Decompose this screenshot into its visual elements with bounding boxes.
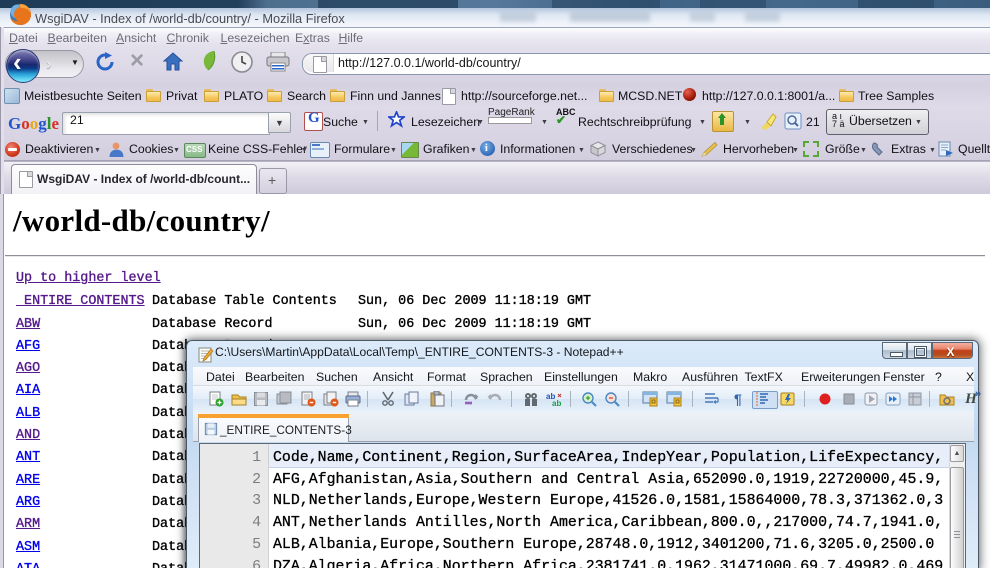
svg-text:ab: ab [552,399,561,407]
svg-text:¶: ¶ [734,391,742,407]
